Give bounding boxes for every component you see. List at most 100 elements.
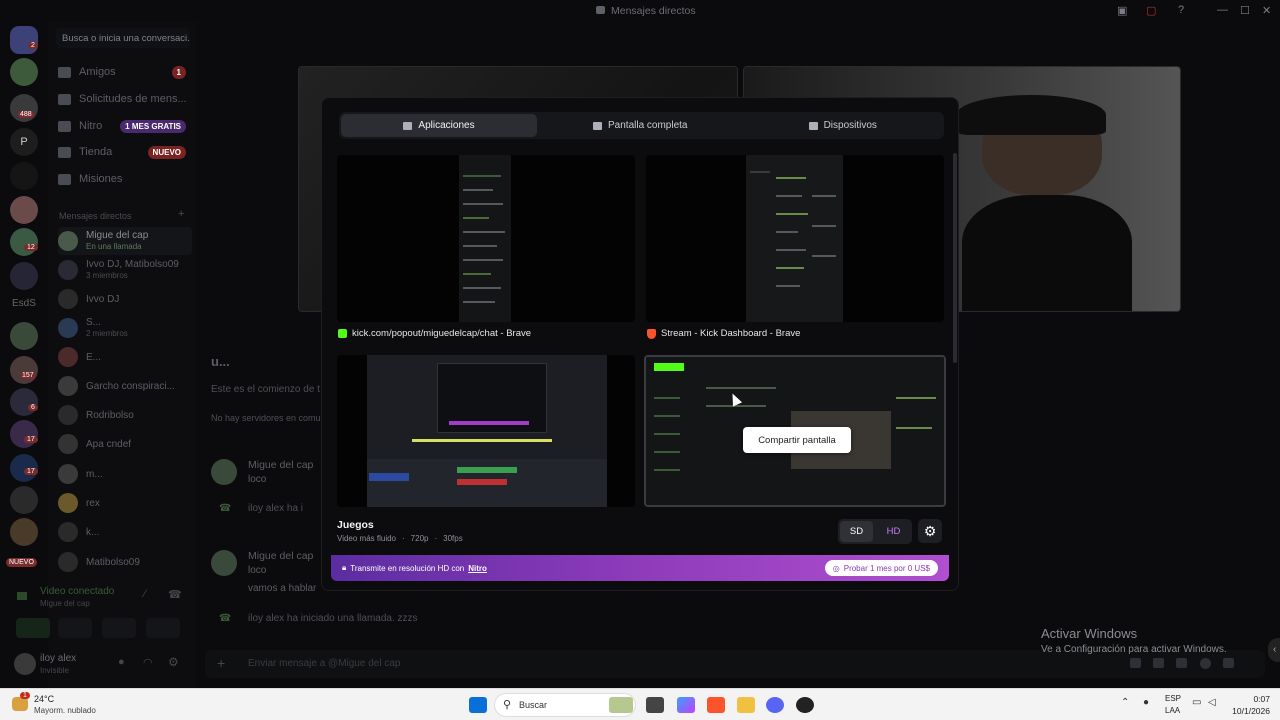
close-icon[interactable]: ✕ (1262, 4, 1271, 17)
clock-time[interactable]: 0:07 (1226, 694, 1270, 704)
gif-icon[interactable] (1153, 658, 1164, 668)
server-icon[interactable] (10, 322, 38, 350)
nitro-badge: 1 MES GRATIS (120, 119, 186, 133)
file-explorer-icon[interactable] (737, 697, 755, 713)
dm-item[interactable]: S... 2 miembros (58, 314, 192, 342)
language-2[interactable]: LAA (1165, 706, 1180, 715)
server-icon[interactable] (10, 196, 38, 224)
avatar (58, 493, 78, 513)
inbox-icon[interactable]: ▣ (1117, 4, 1127, 17)
settings-icon[interactable]: ⚙ (168, 655, 179, 669)
avatar (58, 289, 78, 309)
server-icon[interactable] (10, 420, 38, 448)
nav-nitro[interactable]: Nitro 1 MES GRATIS (58, 114, 192, 138)
dm-item[interactable]: Ivvo DJ (58, 285, 192, 313)
nav-message-requests[interactable]: Solicitudes de mens... (58, 87, 192, 111)
headphones-icon[interactable]: ◠ (143, 656, 153, 669)
network-icon[interactable]: ▭ (1192, 697, 1201, 708)
avatar[interactable] (14, 653, 36, 675)
apps-icon[interactable] (1223, 658, 1234, 668)
window-title: Mensajes directos (611, 5, 696, 17)
disconnect-icon[interactable]: ☎ (168, 588, 182, 601)
quality-hd-button[interactable]: HD (877, 521, 910, 542)
dm-item[interactable]: Garcho conspiraci... (58, 372, 192, 400)
message-author: Migue del cap (248, 550, 314, 562)
discord-home-icon[interactable] (10, 26, 38, 54)
discord-taskbar-icon[interactable] (766, 697, 784, 713)
try-nitro-button[interactable]: ◎ Probar 1 mes por 0 US$ (824, 560, 938, 576)
obs-taskbar-icon[interactable] (796, 697, 814, 713)
dm-item[interactable]: m... (58, 460, 192, 488)
clock-date[interactable]: 10/1/2026 (1226, 706, 1270, 716)
nitro-upsell-text: Transmite en resolución HD con (350, 563, 465, 573)
app-preview-card[interactable] (337, 155, 635, 322)
server-icon[interactable] (10, 228, 38, 256)
dm-item[interactable]: Apa cndef (58, 430, 192, 458)
nav-friends[interactable]: Amigos 1 (58, 60, 192, 84)
server-icon[interactable] (10, 262, 38, 290)
activities-button[interactable] (102, 618, 136, 638)
message-author: Migue del cap (248, 459, 314, 471)
task-view-icon[interactable] (646, 697, 664, 713)
dm-item[interactable]: rex (58, 489, 192, 517)
screen-icon[interactable]: ▢ (1146, 4, 1156, 17)
screen-share-button[interactable] (58, 618, 92, 638)
tray-chevron-icon[interactable]: ⌃ (1121, 697, 1129, 708)
dm-item[interactable]: E... (58, 343, 192, 371)
server-icon[interactable] (10, 486, 38, 514)
message-text: vamos a hablar (248, 583, 317, 594)
stream-settings-icon[interactable]: ⚙ (918, 519, 942, 543)
nitro-link[interactable]: Nitro (468, 564, 487, 573)
tab-full-screen[interactable]: Pantalla completa (541, 114, 740, 137)
dm-item[interactable]: Rodribolso (58, 401, 192, 429)
dm-item[interactable]: k... (58, 518, 192, 546)
server-icon[interactable] (10, 58, 38, 86)
tray-mic-icon[interactable]: ● (1143, 697, 1149, 708)
search-input[interactable]: Busca o inicia una conversaci... (56, 28, 190, 48)
app-preview-card[interactable]: Compartir pantalla (644, 355, 946, 507)
weather-icon[interactable] (12, 697, 28, 711)
avatar (58, 231, 78, 251)
dm-item[interactable]: Migue del cap En una llamada (58, 227, 192, 255)
dm-item[interactable]: Ivvo DJ, Matibolso09 3 miembros (58, 256, 192, 284)
nav-quests[interactable]: Misiones (58, 167, 192, 191)
gift-icon[interactable] (1130, 658, 1141, 668)
camera-button[interactable] (16, 618, 50, 638)
add-attachment-icon[interactable]: + (217, 655, 225, 671)
app-preview-card[interactable] (337, 355, 635, 507)
add-dm-icon[interactable]: + (178, 208, 184, 220)
volume-icon[interactable]: ◁ (1208, 697, 1216, 708)
server-icon[interactable] (10, 388, 38, 416)
nav-shop[interactable]: Tienda NUEVO (58, 140, 192, 164)
friends-icon (58, 66, 71, 78)
friends-badge: 1 (171, 65, 186, 79)
share-screen-button[interactable]: Compartir pantalla (743, 427, 851, 453)
server-icon[interactable] (10, 356, 38, 384)
language-1[interactable]: ESP (1165, 694, 1181, 703)
maximize-icon[interactable]: ☐ (1240, 4, 1250, 17)
start-icon[interactable] (469, 697, 487, 713)
emoji-icon[interactable] (1200, 658, 1211, 669)
scrollbar[interactable] (953, 153, 957, 363)
server-icon[interactable]: P (10, 128, 38, 156)
copilot-icon[interactable] (677, 697, 695, 713)
help-icon[interactable]: ? (1178, 4, 1184, 16)
server-icon[interactable] (10, 162, 38, 190)
signal-icon (17, 592, 27, 600)
avatar (58, 318, 78, 338)
noise-suppression-icon[interactable]: ⁄ (144, 588, 146, 600)
minimize-icon[interactable]: — (1217, 4, 1228, 16)
tab-applications[interactable]: Aplicaciones (341, 114, 537, 137)
server-icon[interactable] (10, 518, 38, 546)
sticker-icon[interactable] (1176, 658, 1187, 668)
mic-icon[interactable]: ● (118, 656, 125, 668)
quality-sd-button[interactable]: SD (840, 521, 873, 542)
soundboard-button[interactable] (146, 618, 180, 638)
side-arrow-icon[interactable]: ‹ (1268, 638, 1280, 662)
server-label[interactable]: EsdS (12, 298, 36, 309)
tab-devices[interactable]: Dispositivos (744, 114, 943, 137)
dm-item[interactable]: Matibolso09 (58, 548, 192, 576)
taskbar-search[interactable]: ⚲ Buscar (494, 693, 636, 717)
brave-taskbar-icon[interactable] (707, 697, 725, 713)
app-preview-card[interactable] (646, 155, 944, 322)
